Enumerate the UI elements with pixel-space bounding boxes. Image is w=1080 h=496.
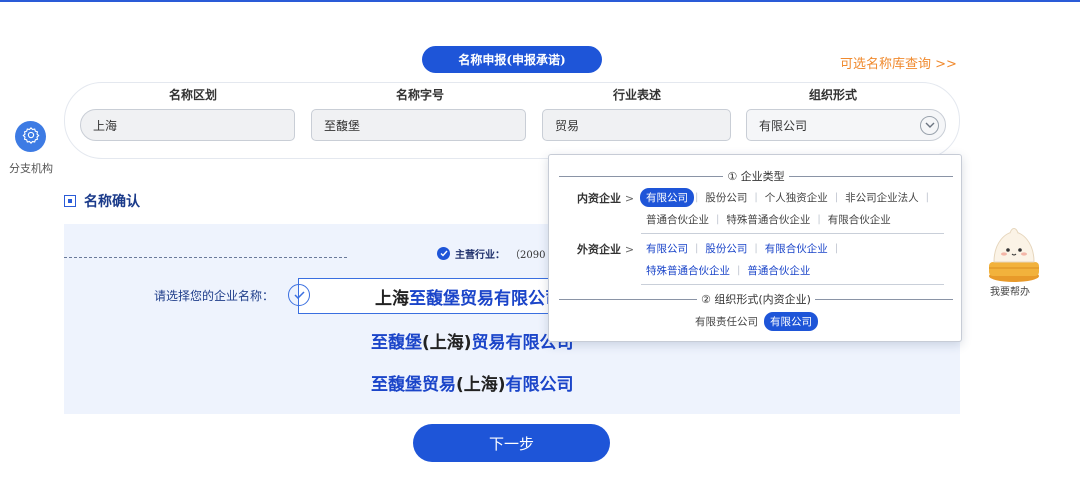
dropdown-section-org-form: ② 组织形式(内资企业) [559, 291, 954, 307]
option-domestic-general-partnership[interactable]: 普通合伙企业 [640, 210, 715, 229]
domestic-options-row2: 普通合伙企业 | 特殊普通合伙企业 | 有限合伙企业 [640, 210, 897, 229]
domestic-arrow: > [624, 192, 635, 205]
section-title: 名称确认 [84, 194, 140, 210]
region-value: 上海 [93, 118, 118, 133]
name-option-2-part-a: 至馥堡 [371, 333, 422, 353]
help-mascot-icon[interactable] [986, 224, 1042, 284]
top-accent-line [0, 0, 1080, 2]
field-label-brand: 名称字号 [395, 88, 444, 102]
branch-label: 分支机构 [9, 162, 53, 175]
brand-name-field[interactable]: 至馥堡 [311, 109, 526, 141]
option-domestic-sole-proprietor[interactable]: 个人独资企业 [759, 188, 834, 207]
helper-label[interactable]: 我要帮办 [990, 283, 1030, 298]
dropdown-divider [641, 233, 944, 234]
next-step-button[interactable]: 下一步 [413, 424, 610, 462]
name-option-2[interactable]: 至馥堡(上海)贸易有限公司 [371, 328, 574, 353]
name-option-2-part-b: (上海) [422, 333, 472, 353]
name-option-3-part-a: 至馥堡贸易 [371, 375, 456, 395]
selected-check-icon[interactable] [288, 284, 310, 306]
org-form-value: 有限公司 [759, 118, 808, 133]
industry-value: 贸易 [555, 118, 580, 133]
option-foreign-joint-stock[interactable]: 股份公司 [699, 239, 753, 258]
page-title: 名称申报(申报承诺) [422, 46, 602, 73]
name-option-3-part-b: (上海) [456, 375, 506, 395]
gear-icon [22, 126, 40, 148]
option-domestic-joint-stock[interactable]: 股份公司 [699, 188, 753, 207]
foreign-options-row1: 有限公司 | 股份公司 | 有限合伙企业 | [640, 239, 839, 258]
check-circle-icon [437, 247, 450, 260]
option-foreign-llc[interactable]: 有限公司 [640, 239, 694, 258]
name-option-prefix: 上海 [375, 288, 409, 309]
org-form-section-title: ② 组织形式(内资企业) [701, 293, 811, 306]
field-label-industry: 行业表述 [612, 88, 661, 102]
company-type-title: ① 企业类型 [727, 170, 785, 183]
brand-name-value: 至馥堡 [324, 118, 361, 133]
org-form-select[interactable]: 有限公司 [746, 109, 946, 141]
main-industry-value: （2090 [510, 250, 546, 261]
foreign-label-text: 外资企业 [577, 243, 621, 256]
org-form-options: 有限责任公司 有限公司 [689, 312, 818, 331]
name-option-rest: 至馥堡贸易有限公司 [409, 288, 562, 309]
name-option-3[interactable]: 至馥堡贸易(上海)有限公司 [371, 370, 574, 395]
domestic-label-text: 内资企业 [577, 192, 621, 205]
option-domestic-non-company-legal[interactable]: 非公司企业法人 [839, 188, 925, 207]
option-limited-liability-company[interactable]: 有限责任公司 [689, 312, 764, 331]
industry-field[interactable]: 贸易 [542, 109, 731, 141]
choose-name-label: 请选择您的企业名称： [154, 289, 275, 303]
dropdown-divider-2 [641, 284, 944, 285]
field-label-region: 名称区划 [168, 88, 217, 102]
option-foreign-limited-partnership[interactable]: 有限合伙企业 [759, 239, 834, 258]
section-square-icon [64, 195, 76, 207]
foreign-group-label: 外资企业 > [577, 241, 634, 257]
domestic-group-label: 内资企业 > [577, 190, 634, 206]
option-limited-company[interactable]: 有限公司 [764, 312, 818, 331]
option-foreign-special-partnership[interactable]: 特殊普通合伙企业 [640, 261, 736, 280]
chevron-down-icon[interactable] [920, 116, 939, 135]
foreign-arrow: > [624, 243, 635, 256]
option-domestic-llc[interactable]: 有限公司 [640, 188, 694, 207]
option-foreign-general-partnership[interactable]: 普通合伙企业 [741, 261, 816, 280]
field-label-org-form: 组织形式 [808, 88, 857, 102]
region-field[interactable]: 上海 [80, 109, 295, 141]
branch-button[interactable] [15, 121, 46, 152]
org-form-dropdown: ① 企业类型 内资企业 > 有限公司 | 股份公司 | 个人独资企业 | 非公司… [548, 154, 962, 342]
main-industry-label: 主营行业： [455, 250, 505, 261]
name-library-link[interactable]: 可选名称库查询 >> [840, 53, 957, 72]
option-domestic-special-partnership[interactable]: 特殊普通合伙企业 [720, 210, 816, 229]
option-domestic-limited-partnership[interactable]: 有限合伙企业 [822, 210, 897, 229]
dashed-divider [64, 257, 347, 258]
main-industry: 主营行业： （2090 [437, 246, 545, 261]
foreign-options-row2: 特殊普通合伙企业 | 普通合伙企业 [640, 261, 816, 280]
dropdown-section-company-type: ① 企业类型 [559, 168, 954, 184]
domestic-options-row1: 有限公司 | 股份公司 | 个人独资企业 | 非公司企业法人 | [640, 188, 930, 207]
section-heading: 名称确认 [64, 191, 140, 211]
name-option-3-part-c: 有限公司 [505, 375, 574, 395]
